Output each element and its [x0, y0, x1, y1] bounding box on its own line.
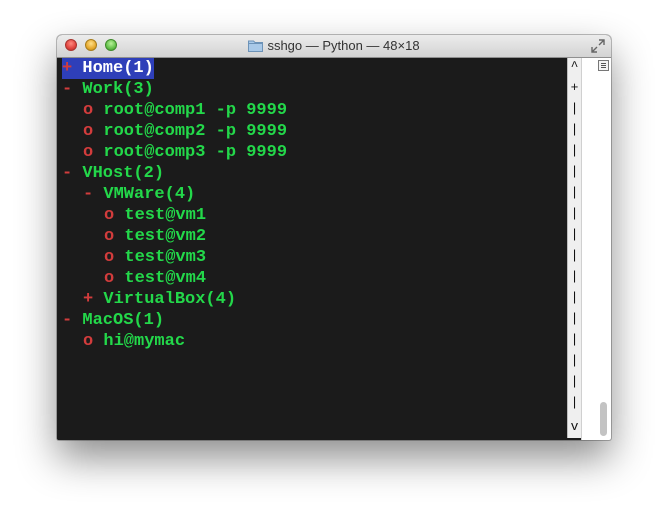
tree-marker: -	[83, 185, 94, 204]
window-title: sshgo — Python — 48×18	[267, 38, 420, 53]
window-title-area: sshgo — Python — 48×18	[57, 38, 611, 56]
tree-label: Work(3)	[82, 80, 154, 99]
tree-item[interactable]: - VMWare(4)	[83, 184, 195, 205]
tree-label: hi@mymac	[103, 332, 186, 351]
tree-marker: o	[83, 122, 94, 141]
tree-item[interactable]: o root@comp1 -p 9999	[83, 100, 287, 121]
scroll-track: |	[570, 185, 579, 200]
tree-item[interactable]: o test@vm1	[104, 205, 206, 226]
tree-label: Home(1)	[82, 59, 154, 78]
tree-item[interactable]: o test@vm4	[104, 268, 206, 289]
scroll-track: |	[570, 122, 579, 137]
tree-marker: o	[104, 206, 115, 225]
tree-marker: o	[104, 269, 115, 288]
scroll-position-marker: +	[570, 80, 579, 95]
tree-marker: +	[83, 290, 94, 309]
tree-label: VHost(2)	[82, 164, 165, 183]
scroll-track: |	[570, 353, 579, 368]
terminal-content[interactable]: + Home(1) - Work(3) o root@comp1 -p 9999 o …	[57, 58, 567, 440]
tree-label: root@comp1 -p 9999	[103, 101, 288, 120]
scroll-track: |	[570, 143, 579, 158]
folder-icon	[248, 39, 264, 56]
scroll-track: |	[570, 164, 579, 179]
curses-scrollbar: ^ + | | | | | | | | | | | | | | | v	[567, 58, 581, 438]
tree-item[interactable]: o root@comp3 -p 9999	[83, 142, 287, 163]
tree-item[interactable]: + Home(1)	[62, 58, 154, 79]
tree-item[interactable]: o test@vm2	[104, 226, 206, 247]
tree-label: test@vm1	[124, 206, 207, 225]
scroll-track: |	[570, 395, 579, 410]
tree-marker: -	[62, 164, 73, 183]
tree-label: test@vm3	[124, 248, 207, 267]
terminal-scroll-pane	[581, 58, 611, 440]
tree-label: VMWare(4)	[103, 185, 196, 204]
tree-marker: +	[62, 59, 73, 78]
tree-label: test@vm2	[124, 227, 207, 246]
tree-item[interactable]: - MacOS(1)	[62, 310, 164, 331]
scroll-track: |	[570, 248, 579, 263]
tree-label: root@comp3 -p 9999	[103, 143, 288, 162]
scroll-track: |	[570, 374, 579, 389]
tree-marker: o	[83, 101, 94, 120]
terminal-window: sshgo — Python — 48×18 + Home(1) - Work(3…	[57, 35, 611, 440]
scrollbar-thumb[interactable]	[600, 402, 607, 436]
tree-marker: -	[62, 311, 73, 330]
tree-marker: o	[104, 227, 115, 246]
tree-label: VirtualBox(4)	[103, 290, 237, 309]
tree-item[interactable]: + VirtualBox(4)	[83, 289, 236, 310]
tree-item[interactable]: o hi@mymac	[83, 331, 185, 352]
scroll-track: |	[570, 269, 579, 284]
scroll-track: |	[570, 311, 579, 326]
tree-marker: o	[104, 248, 115, 267]
tree-label: MacOS(1)	[82, 311, 165, 330]
scroll-track: |	[570, 290, 579, 305]
tree-item[interactable]: - VHost(2)	[62, 163, 164, 184]
fullscreen-icon[interactable]	[591, 39, 605, 53]
menu-icon[interactable]	[598, 60, 609, 71]
tree-label: test@vm4	[124, 269, 207, 288]
scroll-up-arrow: ^	[570, 59, 579, 74]
tree-label: root@comp2 -p 9999	[103, 122, 288, 141]
scroll-track: |	[570, 206, 579, 221]
scroll-down-arrow: v	[570, 419, 579, 434]
title-bar[interactable]: sshgo — Python — 48×18	[57, 35, 611, 58]
scroll-track: |	[570, 332, 579, 347]
tree-item[interactable]: o test@vm3	[104, 247, 206, 268]
tree-marker: o	[83, 143, 94, 162]
tree-item[interactable]: o root@comp2 -p 9999	[83, 121, 287, 142]
tree-item[interactable]: - Work(3)	[62, 79, 154, 100]
scroll-track: |	[570, 227, 579, 242]
tree-marker: o	[83, 332, 94, 351]
tree-marker: -	[62, 80, 73, 99]
scroll-track: |	[570, 101, 579, 116]
